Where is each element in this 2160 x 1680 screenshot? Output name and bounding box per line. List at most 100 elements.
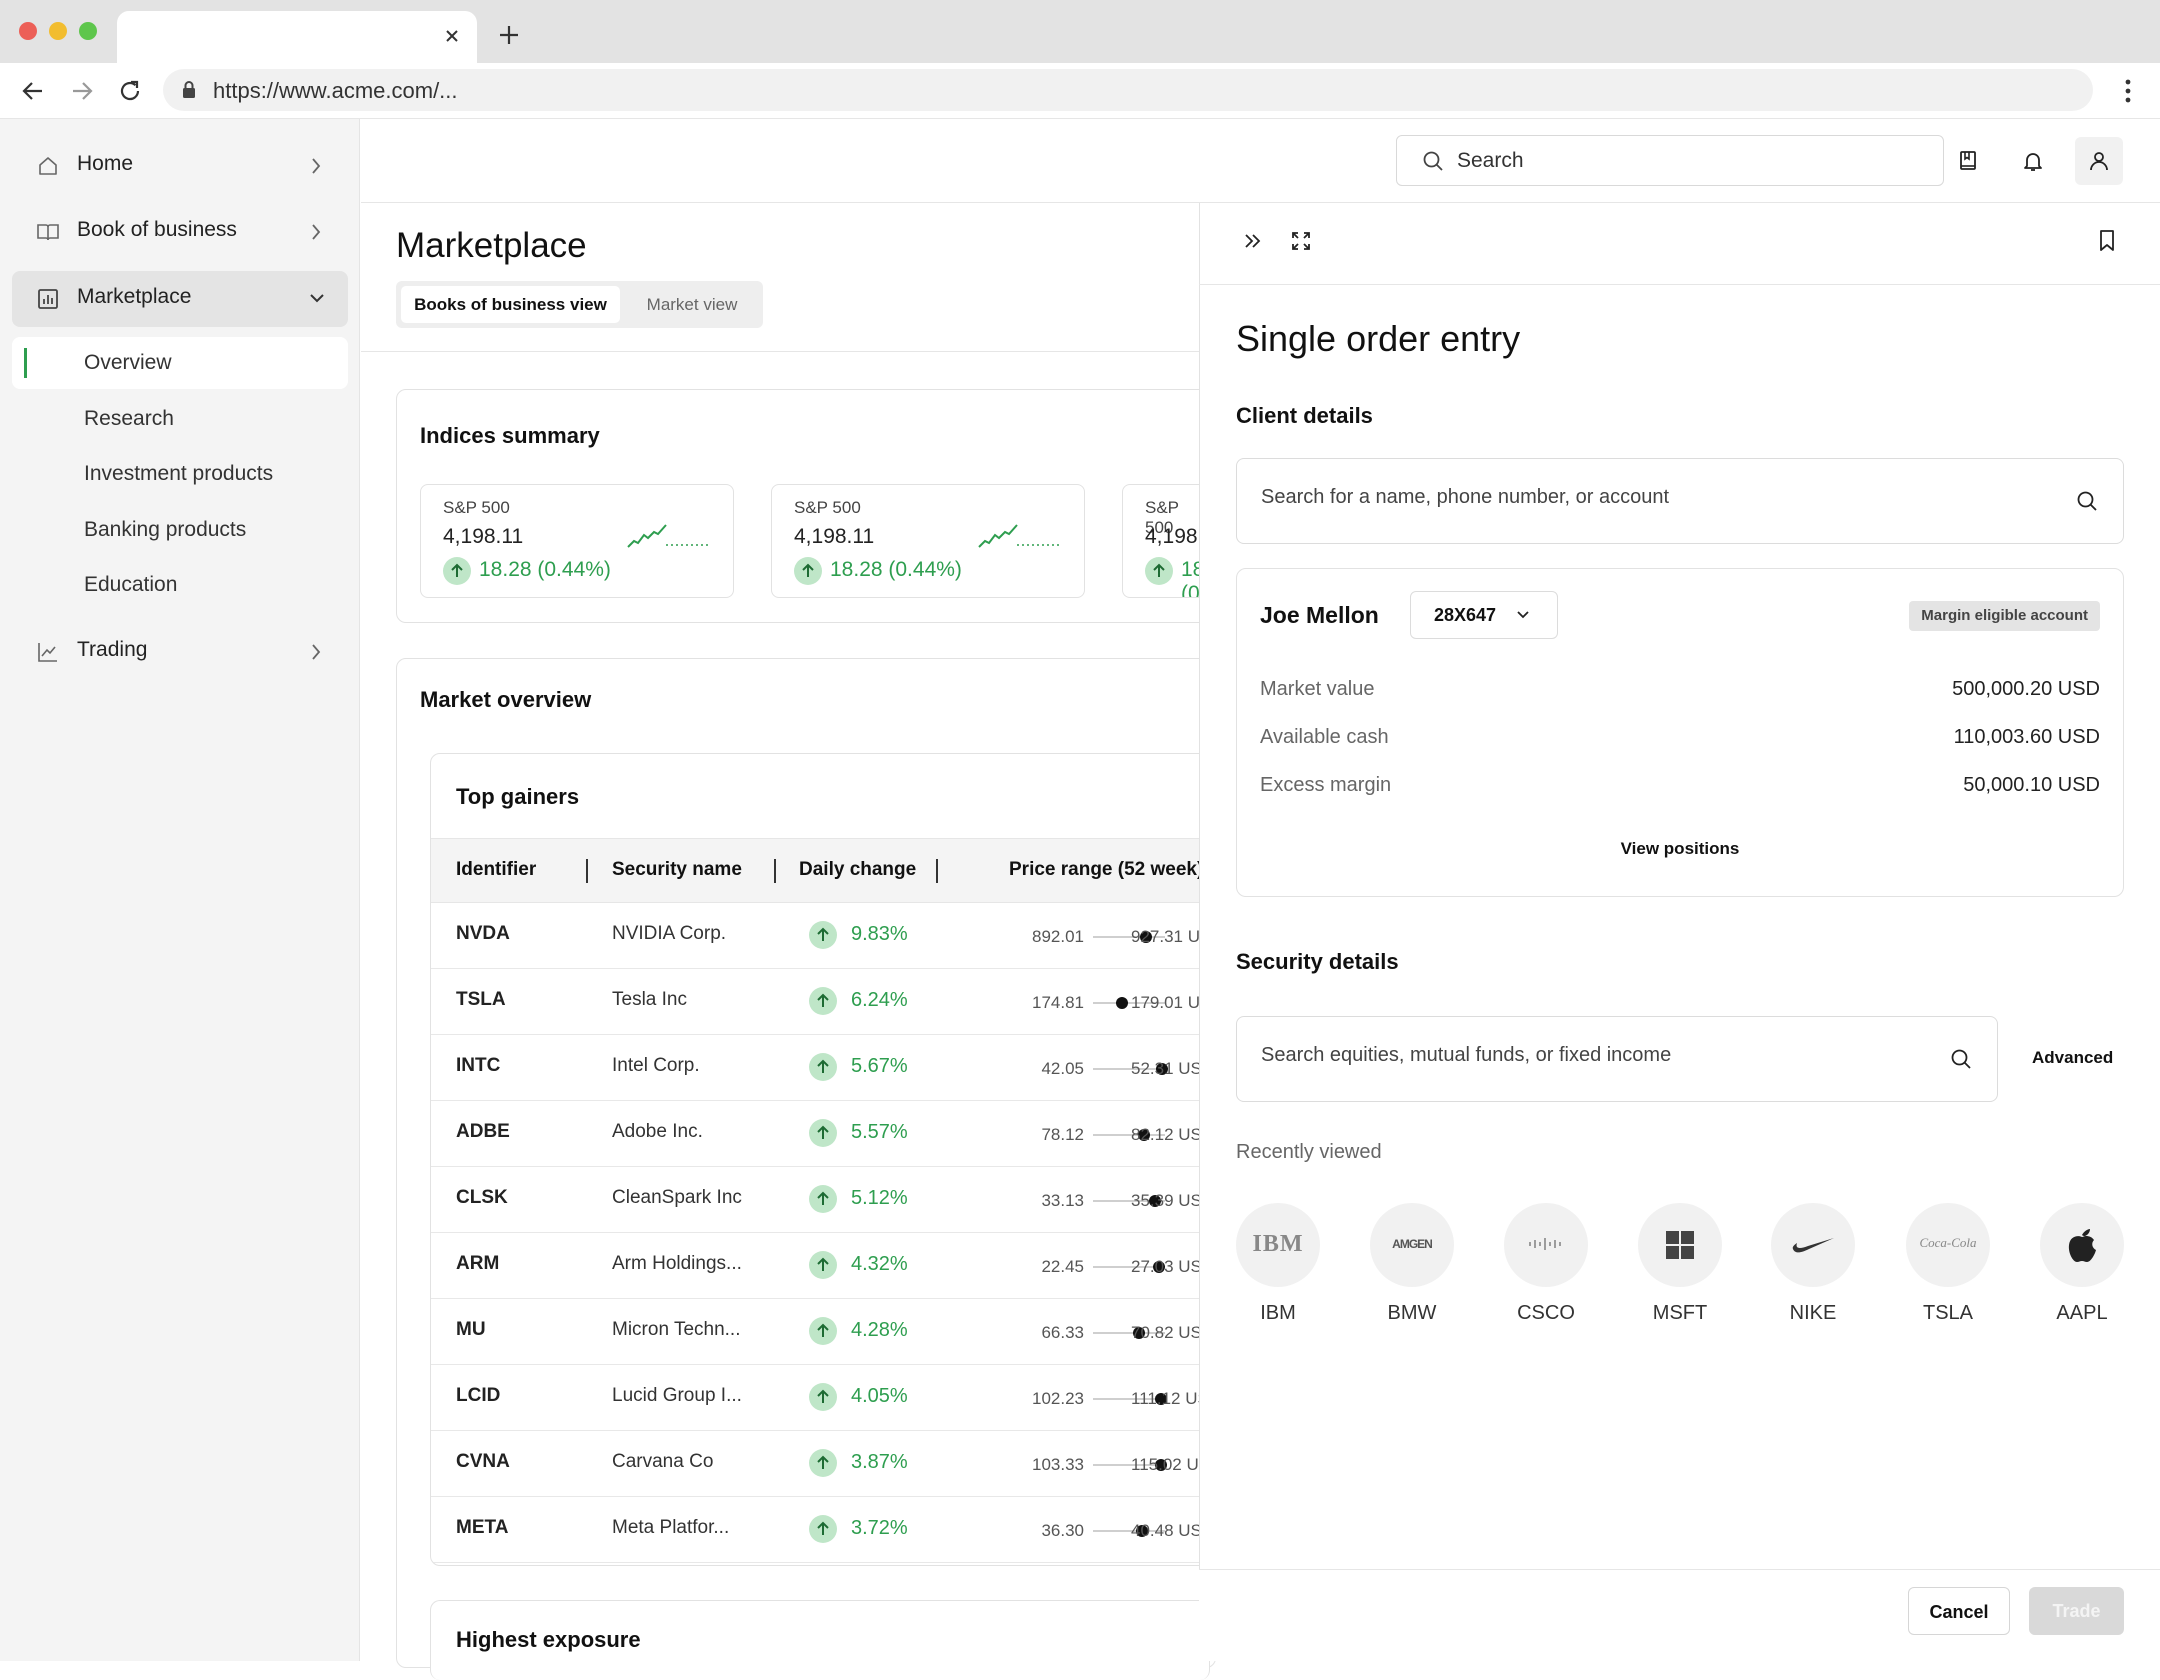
index-value: 4,198.11 bbox=[443, 525, 524, 548]
table-row[interactable]: TSLATesla Inc6.24%174.81179.01 USD bbox=[431, 969, 1209, 1035]
index-card[interactable]: S&P 500 4,198.11 18.28 (0.44%) bbox=[420, 484, 734, 598]
cancel-button[interactable]: Cancel bbox=[1908, 1587, 2010, 1635]
search-input[interactable]: Search bbox=[1396, 135, 1944, 186]
recent-security-bmw[interactable]: AMGEN bbox=[1370, 1203, 1454, 1287]
new-tab-icon[interactable] bbox=[498, 24, 520, 46]
tab-market-view[interactable]: Market view bbox=[626, 286, 758, 323]
price-range-marker bbox=[1116, 997, 1128, 1009]
sidebar-item-label: Book of business bbox=[77, 218, 237, 241]
index-change: 18.28 (0.44%) bbox=[1181, 558, 1199, 598]
top-gainers-table: Top gainers Identifier Security name Dai… bbox=[430, 753, 1210, 1566]
collapse-panel-icon[interactable] bbox=[1242, 230, 1264, 252]
chevron-right-icon bbox=[310, 222, 322, 242]
arrow-up-icon bbox=[809, 1053, 837, 1081]
expand-icon[interactable] bbox=[1290, 230, 1312, 252]
view-tabs: Books of business view Market view bbox=[396, 281, 763, 328]
column-divider[interactable] bbox=[936, 859, 938, 883]
sidebar-subitem-research[interactable]: Research bbox=[12, 393, 348, 445]
table-row[interactable]: META Meta Platfor... 3.72% 36.30 40.48 USD bbox=[431, 1497, 1209, 1563]
daily-change-cell: 9.83% bbox=[851, 923, 908, 945]
index-card[interactable]: S&P 500 4,198.11 18.28 (0.44%) bbox=[771, 484, 1085, 598]
reload-icon[interactable] bbox=[117, 78, 143, 104]
back-icon[interactable] bbox=[20, 78, 46, 104]
browser-menu-icon[interactable] bbox=[2118, 77, 2138, 105]
divider bbox=[361, 351, 1199, 352]
table-row[interactable]: ARM Arm Holdings... 4.32% 22.45 27.03 USD bbox=[431, 1233, 1209, 1299]
daily-change-cell: 3.87% bbox=[851, 1451, 908, 1473]
price-range-low: 103.33 bbox=[1032, 1455, 1084, 1474]
table-row[interactable]: CVNACarvana Co3.87%103.33115.02 USD bbox=[431, 1431, 1209, 1497]
watchlist-button[interactable] bbox=[1944, 137, 1992, 185]
recent-security-nike[interactable] bbox=[1771, 1203, 1855, 1287]
minimize-window-button[interactable] bbox=[49, 22, 67, 40]
table-row[interactable]: NVDANVIDIA Corp.9.83%892.01927.31 USD bbox=[431, 903, 1209, 969]
index-card[interactable]: S&P 500 4,198.11 18.28 (0.44%) bbox=[1122, 484, 1199, 598]
sidebar-item-book-of-business[interactable]: Book of business bbox=[12, 204, 348, 260]
price-range-low: 36.30 bbox=[1041, 1521, 1084, 1540]
index-change: 18.28 (0.44%) bbox=[479, 558, 611, 581]
sidebar-subitem-investment-products[interactable]: Investment products bbox=[12, 448, 348, 500]
forward-icon[interactable] bbox=[69, 78, 95, 104]
identifier-cell: INTC bbox=[456, 1055, 501, 1076]
advanced-search-link[interactable]: Advanced bbox=[2032, 1048, 2113, 1068]
sidebar-subitem-label: Overview bbox=[84, 351, 172, 374]
recent-security-ibm[interactable]: IBM bbox=[1236, 1203, 1320, 1287]
address-bar[interactable]: https://www.acme.com/... bbox=[163, 69, 2093, 111]
table-row[interactable]: LCIDLucid Group I...4.05%102.23111.12 US… bbox=[431, 1365, 1209, 1431]
column-divider[interactable] bbox=[586, 859, 588, 883]
recent-security-tsla[interactable]: Coca-Cola bbox=[1906, 1203, 1990, 1287]
daily-change-cell: 5.57% bbox=[851, 1121, 908, 1143]
maximize-window-button[interactable] bbox=[79, 22, 97, 40]
column-header[interactable]: Security name bbox=[612, 859, 742, 881]
table-row[interactable]: INTC Intel Corp. 5.67% 42.05 52.31 USD bbox=[431, 1035, 1209, 1101]
arrow-up-icon bbox=[809, 921, 837, 949]
account-select[interactable]: 28X647 bbox=[1410, 591, 1558, 639]
browser-tab[interactable] bbox=[117, 11, 477, 63]
table-row[interactable]: MU Micron Techn... 4.28% 66.33 70.82 USD bbox=[431, 1299, 1209, 1365]
client-details-title: Client details bbox=[1236, 403, 1373, 428]
daily-change-cell: 5.12% bbox=[851, 1187, 908, 1209]
client-name: Joe Mellon bbox=[1260, 602, 1379, 628]
price-range-low: 33.13 bbox=[1041, 1191, 1084, 1210]
identifier-cell: META bbox=[456, 1517, 509, 1538]
tab-books-of-business-view[interactable]: Books of business view bbox=[401, 286, 620, 323]
panel-title: Single order entry bbox=[1236, 318, 1521, 359]
market-value: 500,000.20 USD bbox=[1952, 678, 2100, 700]
identifier-cell: LCID bbox=[456, 1385, 501, 1406]
chevron-right-icon bbox=[310, 156, 322, 176]
view-positions-link[interactable]: View positions bbox=[1237, 839, 2123, 859]
security-name-cell: Lucid Group I... bbox=[612, 1385, 742, 1406]
sidebar-subitem-banking-products[interactable]: Banking products bbox=[12, 504, 348, 556]
security-search-input[interactable]: Search equities, mutual funds, or fixed … bbox=[1236, 1016, 1998, 1102]
sidebar-item-marketplace[interactable]: Marketplace bbox=[12, 271, 348, 327]
recent-security-label: MSFT bbox=[1652, 1302, 1708, 1324]
profile-button[interactable] bbox=[2075, 137, 2123, 185]
sidebar-subitem-overview[interactable]: Overview bbox=[12, 337, 348, 389]
client-search-input[interactable]: Search for a name, phone number, or acco… bbox=[1236, 458, 2124, 544]
nike-swoosh-logo bbox=[1791, 1235, 1835, 1255]
recent-security-msft[interactable] bbox=[1638, 1203, 1722, 1287]
column-header[interactable]: Daily change bbox=[799, 859, 916, 881]
security-name-cell: Meta Platfor... bbox=[612, 1517, 730, 1538]
sidebar-subitem-education[interactable]: Education bbox=[12, 559, 348, 611]
table-row[interactable]: ADBE Adobe Inc. 5.57% 78.12 82.12 USD bbox=[431, 1101, 1209, 1167]
bookmark-icon[interactable] bbox=[2096, 228, 2118, 254]
sidebar-item-home[interactable]: Home bbox=[12, 138, 348, 194]
account-number: 28X647 bbox=[1434, 605, 1497, 625]
sidebar-item-trading[interactable]: Trading bbox=[12, 624, 348, 680]
recent-security-aapl[interactable] bbox=[2040, 1203, 2124, 1287]
column-divider[interactable] bbox=[774, 859, 776, 883]
sidebar-item-label: Home bbox=[77, 152, 134, 175]
recent-security-csco[interactable] bbox=[1504, 1203, 1588, 1287]
price-range-low: 22.45 bbox=[1041, 1257, 1084, 1276]
notifications-button[interactable] bbox=[2009, 137, 2057, 185]
column-header[interactable]: Identifier bbox=[456, 859, 536, 881]
close-tab-icon[interactable] bbox=[443, 27, 461, 45]
identifier-cell: CLSK bbox=[456, 1187, 508, 1208]
daily-change-cell: 3.72% bbox=[851, 1517, 908, 1539]
column-header[interactable]: Price range (52 week) bbox=[1009, 859, 1203, 881]
available-cash-label: Available cash bbox=[1260, 726, 1389, 748]
trade-button[interactable]: Trade bbox=[2029, 1587, 2124, 1635]
close-window-button[interactable] bbox=[19, 22, 37, 40]
table-row[interactable]: CLSK CleanSpark Inc 5.12% 33.13 35.39 USD bbox=[431, 1167, 1209, 1233]
